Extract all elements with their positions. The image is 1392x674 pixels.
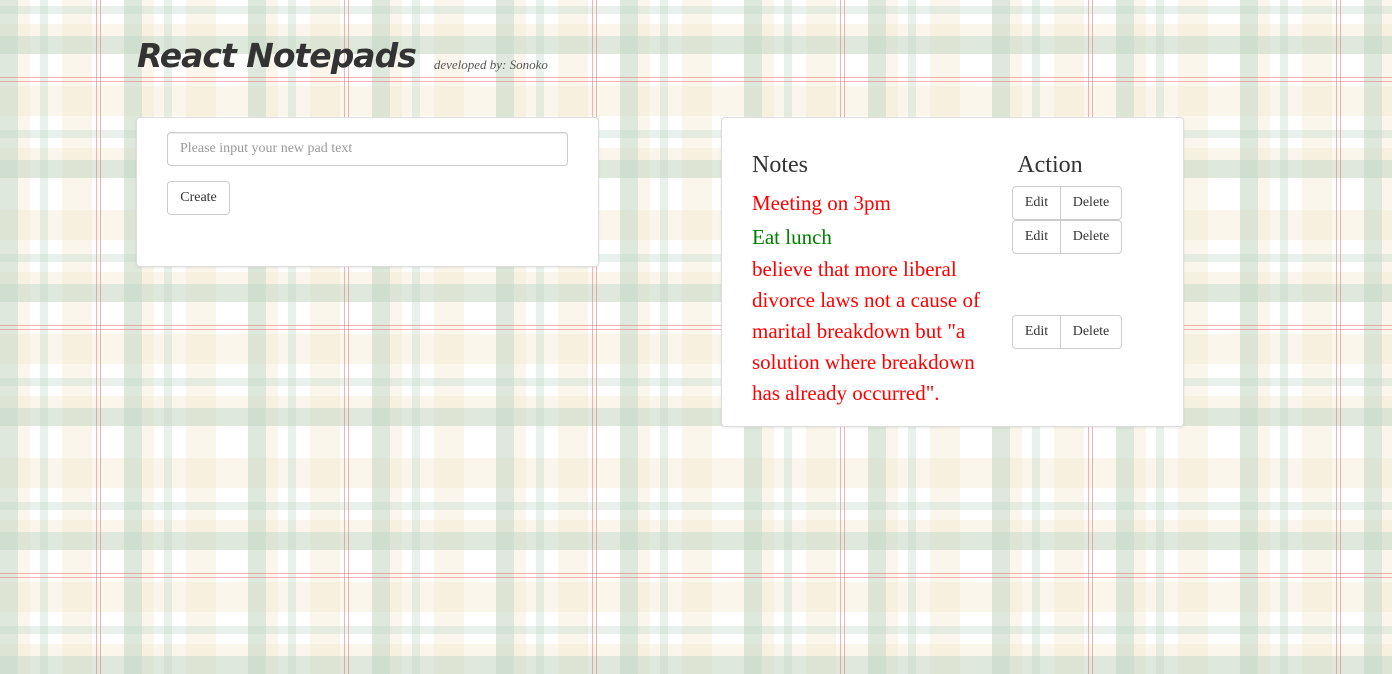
note-row: believe that more liberal divorce laws n… bbox=[752, 254, 1127, 409]
note-text: believe that more liberal divorce laws n… bbox=[752, 257, 980, 405]
edit-button[interactable]: Edit bbox=[1012, 220, 1061, 254]
note-row: Meeting on 3pm Edit Delete bbox=[752, 186, 1127, 220]
note-action-group: Edit Delete bbox=[1012, 220, 1122, 254]
delete-button[interactable]: Delete bbox=[1060, 220, 1122, 254]
app-header: React Notepads developed by: Sonoko bbox=[137, 34, 548, 78]
note-action-group: Edit Delete bbox=[1012, 314, 1122, 349]
notes-table-header: Notes Action bbox=[752, 150, 1127, 186]
create-pad-panel: Create bbox=[136, 117, 599, 267]
edit-button[interactable]: Edit bbox=[1012, 186, 1061, 220]
developer-credit: developed by: Sonoko bbox=[433, 57, 548, 72]
note-action-group: Edit Delete bbox=[1012, 186, 1122, 220]
notes-table: Notes Action Meeting on 3pm Edit Delete … bbox=[752, 150, 1127, 409]
note-text: Eat lunch bbox=[752, 224, 832, 249]
new-pad-input[interactable] bbox=[167, 132, 568, 166]
column-header-notes: Notes bbox=[752, 152, 808, 178]
app-title: React Notepads bbox=[137, 36, 417, 75]
delete-button[interactable]: Delete bbox=[1060, 314, 1122, 349]
note-text: Meeting on 3pm bbox=[752, 190, 891, 215]
column-header-action: Action bbox=[1017, 152, 1083, 178]
edit-button[interactable]: Edit bbox=[1012, 314, 1061, 349]
create-button[interactable]: Create bbox=[167, 181, 230, 215]
delete-button[interactable]: Delete bbox=[1060, 186, 1122, 220]
notes-panel: Notes Action Meeting on 3pm Edit Delete … bbox=[721, 117, 1184, 427]
note-row: Eat lunch Edit Delete bbox=[752, 220, 1127, 254]
